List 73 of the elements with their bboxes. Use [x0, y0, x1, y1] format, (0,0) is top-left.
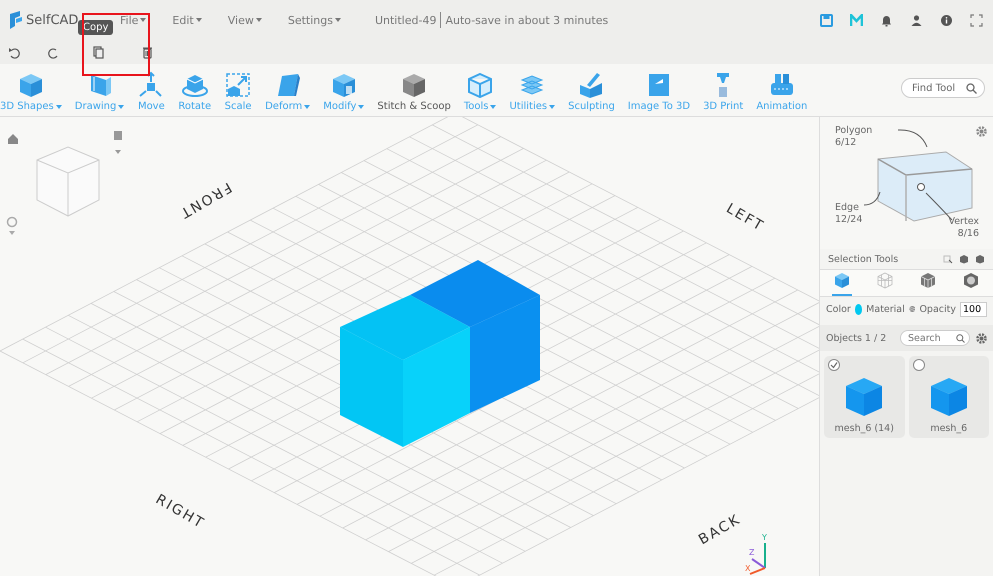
diagram-label: Polygon: [835, 125, 872, 137]
object-name: mesh_6: [930, 423, 968, 434]
highlight-frame: [82, 13, 150, 76]
tool-button[interactable]: 3D Print: [703, 71, 744, 112]
object-name: mesh_6 (14): [834, 423, 894, 434]
check-icon: [830, 361, 838, 369]
tool-button[interactable]: Deform: [265, 71, 310, 112]
color-label: Color: [826, 304, 851, 314]
opacity-field[interactable]: 100: [960, 302, 987, 316]
find-tool-field[interactable]: Find Tool: [901, 78, 985, 98]
object-card[interactable]: mesh_6: [908, 356, 989, 438]
info-icon[interactable]: [940, 14, 953, 26]
opacity-label: Opacity: [919, 304, 956, 314]
diagram-label: Edge: [835, 202, 860, 214]
target-icon[interactable]: [6, 216, 18, 235]
user-icon[interactable]: [910, 14, 923, 26]
camera-icon[interactable]: [114, 131, 122, 154]
tool-button[interactable]: Move: [137, 71, 166, 112]
fullscreen-icon[interactable]: [970, 14, 983, 26]
tool-button[interactable]: Scale: [224, 71, 252, 112]
diagram-count: 6/12: [835, 137, 858, 149]
search-icon: [956, 334, 965, 343]
app-logo-text: SelfCAD: [26, 12, 78, 28]
search-field[interactable]: Search: [900, 330, 970, 346]
diagram-count: 8/16: [956, 228, 979, 240]
menu-item[interactable]: View: [228, 14, 262, 26]
menu-item[interactable]: Settings: [288, 14, 341, 26]
search-icon: [966, 83, 977, 94]
objects-title: Objects 1 / 2: [826, 332, 886, 344]
tool-button[interactable]: Sculpting: [568, 71, 615, 112]
checkbox[interactable]: [828, 359, 840, 371]
diagram-label: Vertex: [948, 216, 979, 228]
checkbox[interactable]: [912, 359, 924, 371]
scale-icon: [224, 71, 252, 99]
settings-icon[interactable]: [976, 332, 987, 344]
wireframe-cube-icon: [876, 272, 893, 289]
tool-button[interactable]: Utilities: [509, 71, 556, 112]
tooltip: Copy: [78, 20, 114, 35]
trash-icon[interactable]: [141, 46, 154, 58]
settings-icon[interactable]: [976, 126, 987, 137]
tool-button[interactable]: Animation: [756, 71, 808, 112]
home-icon[interactable]: [8, 134, 18, 144]
selection-mode-tab[interactable]: [832, 270, 852, 296]
select-pointer-icon[interactable]: [943, 254, 953, 264]
copy-icon[interactable]: [92, 46, 105, 58]
axis-gizmo: X Y Z: [745, 533, 767, 575]
solid-cube-icon: [834, 272, 850, 289]
document-title: Untitled-49: [374, 14, 436, 26]
material-sphere-icon: [908, 304, 916, 314]
grid-cube-icon: [920, 272, 936, 289]
section-title: Selection Tools: [828, 254, 898, 264]
color-swatch[interactable]: [854, 304, 862, 314]
tool-button[interactable]: Rotate: [178, 71, 212, 112]
save-icon[interactable]: [820, 14, 833, 26]
box-model-drawing[interactable]: [340, 260, 540, 447]
material-label: Material: [866, 304, 905, 314]
undo-icon[interactable]: [8, 46, 21, 58]
autosave-status: Auto-save in about 3 minutes: [445, 14, 608, 26]
cube-outline-icon: [466, 71, 494, 99]
bell-icon[interactable]: [880, 14, 893, 26]
tool-button[interactable]: 3D Shapes: [0, 71, 62, 112]
tool-button[interactable]: Tools: [464, 71, 496, 112]
object-card[interactable]: mesh_6 (14): [824, 356, 904, 438]
menu-item[interactable]: File: [120, 14, 146, 26]
tool-button[interactable]: Image To 3D: [628, 71, 690, 112]
tool-button[interactable]: Stitch & Scoop: [377, 71, 451, 112]
tool-button[interactable]: Modify: [323, 71, 364, 112]
menu-item[interactable]: Edit: [172, 14, 202, 26]
redo-icon[interactable]: [47, 46, 60, 58]
sphere-cube-icon: [963, 272, 980, 289]
logo-icon: [8, 10, 24, 30]
tool-button[interactable]: Drawing: [74, 71, 124, 112]
diagram-count: 12/24: [835, 214, 862, 226]
